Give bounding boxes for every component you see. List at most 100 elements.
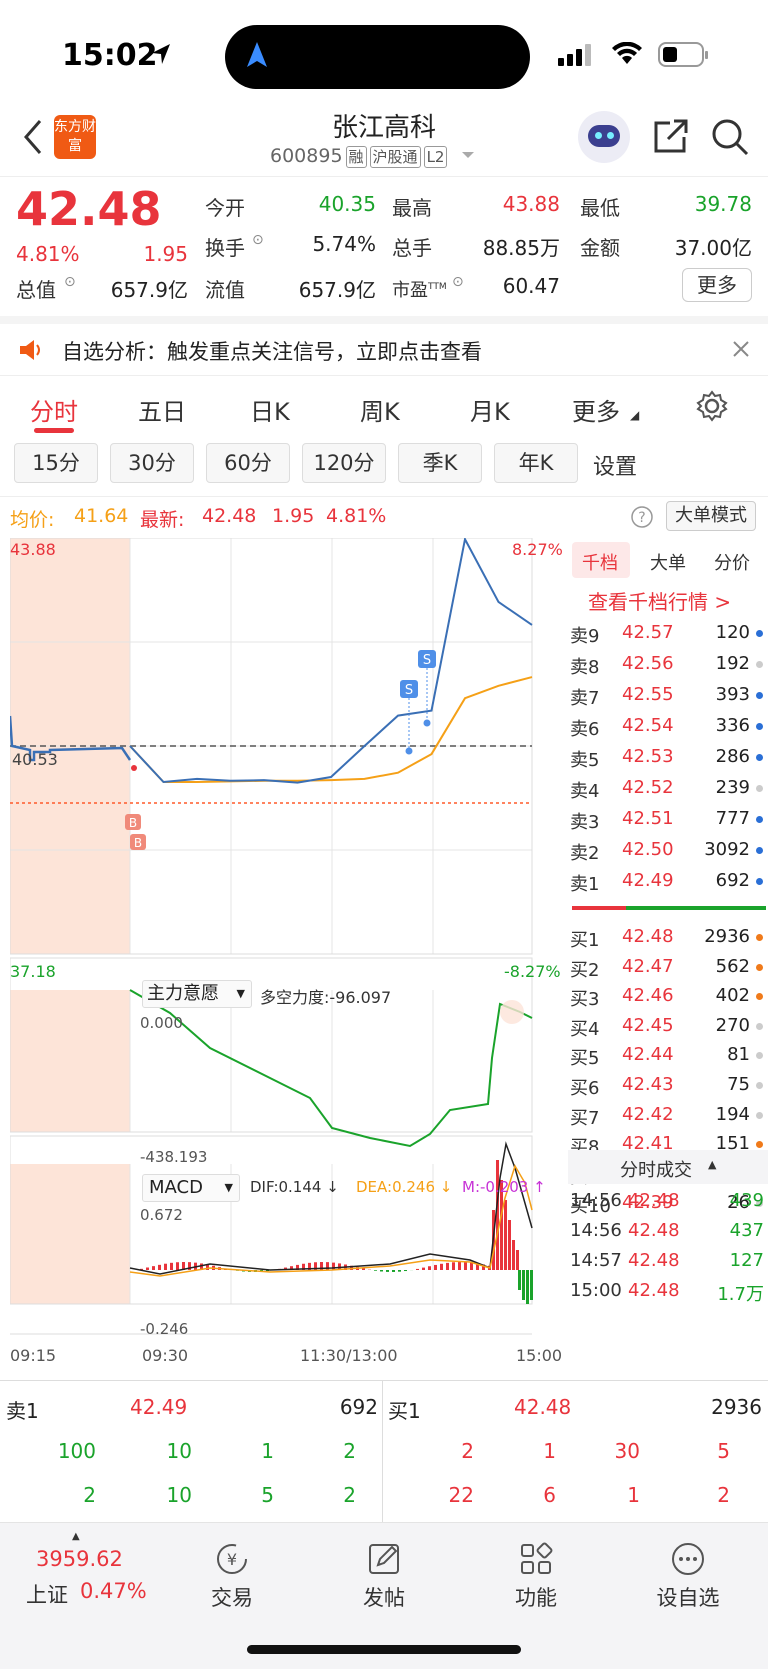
bid-row[interactable]: 买3 42.46 402 — [568, 981, 768, 1012]
tab-intraday[interactable]: 分时 — [30, 392, 78, 427]
order-flag-dot — [756, 1141, 763, 1149]
ask-row[interactable]: 卖8 42.56 192 — [568, 649, 768, 680]
stock-code-row[interactable]: 600895 融沪股通 L2 — [270, 145, 476, 168]
bid-volume: 562 — [715, 955, 750, 977]
bid-row[interactable]: 买6 42.43 75 — [568, 1070, 768, 1101]
trade-row: 15:00 42.48 1.7万 — [568, 1276, 768, 1307]
ask-row[interactable]: 卖7 42.55 393 — [568, 680, 768, 711]
location-arrow-icon — [152, 44, 170, 64]
close-icon[interactable] — [732, 340, 750, 358]
macd-dif: DIF:0.144 ↓ — [250, 1178, 339, 1196]
buy-queue-volume: 22 — [448, 1483, 474, 1507]
help-icon[interactable]: ? — [630, 505, 654, 529]
buy1-price: 42.48 — [514, 1395, 572, 1419]
ask-volume: 120 — [715, 622, 750, 643]
tab-price-distribution[interactable]: 分价 — [714, 549, 750, 575]
bid-row[interactable]: 买1 42.48 2936 — [568, 922, 768, 953]
ask-row[interactable]: 卖5 42.53 286 — [568, 742, 768, 773]
gear-icon[interactable] — [696, 390, 728, 422]
macd-bar — [176, 1262, 179, 1270]
bid-price: 42.42 — [622, 1103, 674, 1125]
interval-30m-button[interactable]: 30分 — [110, 443, 194, 483]
ask-row[interactable]: 卖4 42.52 239 — [568, 773, 768, 804]
interval-120m-button[interactable]: 120分 — [302, 443, 386, 483]
interval-15m-button[interactable]: 15分 — [14, 443, 98, 483]
tab-five-day[interactable]: 五日 — [138, 392, 186, 427]
view-full-depth-link[interactable]: 查看千档行情 > — [588, 586, 731, 615]
trade-price: 42.48 — [628, 1190, 680, 1211]
search-icon[interactable] — [710, 117, 750, 157]
buy-queue-volume: 1 — [627, 1483, 640, 1507]
order-flag-dot — [756, 723, 763, 730]
change-percent: 4.81% — [16, 242, 80, 266]
indicator-selector[interactable]: 主力意愿 ▼ — [142, 980, 252, 1008]
order-flag-dot — [756, 1082, 763, 1089]
latest-label: 最新: — [140, 509, 185, 531]
price-high-label: 43.88 — [10, 540, 56, 559]
dynamic-island — [225, 25, 530, 89]
index-ticker[interactable]: ▲ 3959.62 上证 0.47% — [10, 1527, 150, 1617]
latest-value: 42.48 — [202, 505, 257, 527]
stock-code: 600895 — [270, 145, 343, 167]
settings-link[interactable]: 设置 — [593, 449, 637, 481]
ask-volume: 239 — [715, 777, 750, 798]
sell-point-dot — [405, 747, 413, 755]
bid-level-label: 买7 — [570, 1107, 600, 1129]
macd-bar — [170, 1262, 173, 1270]
yearly-k-button[interactable]: 年K — [494, 443, 578, 483]
quarterly-k-button[interactable]: 季K — [398, 443, 482, 483]
chart-info-line: 均价: 41.64 最新: 42.48 1.95 4.81% ? 大单模式 — [0, 496, 768, 536]
yen-exchange-icon: ¥ — [217, 1544, 247, 1574]
last-price: 42.48 — [16, 182, 162, 236]
tab-weekly-k[interactable]: 周K — [360, 392, 400, 427]
nav-trade[interactable]: ¥ 交易 — [182, 1541, 282, 1612]
info-icon[interactable]: ⊙ — [252, 232, 264, 248]
nav-add-watchlist[interactable]: 设自选 — [638, 1541, 738, 1612]
ask-row[interactable]: 卖9 42.57 120 — [568, 618, 768, 649]
info-icon[interactable]: ⊙ — [64, 274, 76, 290]
ask-row[interactable]: 卖6 42.54 336 — [568, 711, 768, 742]
ask-volume: 192 — [715, 653, 750, 674]
ask-row[interactable]: 卖1 42.49 692 — [568, 866, 768, 897]
order-flag-dot — [756, 754, 763, 761]
more-button[interactable]: 更多 — [682, 268, 752, 302]
bid-row[interactable]: 买7 42.42 194 — [568, 1100, 768, 1131]
collapse-caret-icon: ▲ — [708, 1158, 717, 1171]
trades-header[interactable]: 分时成交 ▲ — [568, 1150, 768, 1184]
notice-bar[interactable]: 自选分析：触发重点关注信号，立即点击查看 — [0, 316, 768, 376]
nav-post[interactable]: 发帖 — [334, 1541, 434, 1612]
sell1-price: 42.49 — [130, 1395, 188, 1419]
share-icon[interactable] — [652, 117, 690, 155]
time-label-midday: 11:30/13:00 — [300, 1346, 398, 1365]
intraday-chart[interactable]: BB SS 43.88 37.18 40.53 8.27% -8.27% 主力意愿… — [10, 538, 568, 1368]
interval-60m-button[interactable]: 60分 — [206, 443, 290, 483]
sell-point-dot — [423, 719, 431, 727]
low-value: 39.78 — [694, 192, 752, 216]
nav-functions[interactable]: 功能 — [486, 1541, 586, 1612]
ask-price: 42.54 — [622, 715, 674, 736]
float-cap-value: 657.9亿 — [298, 278, 376, 302]
buy-sell-ratio-bar-red — [572, 906, 626, 910]
order-flag-dot — [756, 1111, 763, 1119]
ask-price: 42.57 — [622, 622, 674, 643]
tab-monthly-k[interactable]: 月K — [470, 392, 510, 427]
tab-big-orders[interactable]: 大单 — [650, 549, 686, 575]
macd-selector[interactable]: MACD ▼ — [142, 1174, 240, 1202]
index-value: 3959.62 — [36, 1547, 123, 1571]
tab-daily-k[interactable]: 日K — [250, 392, 290, 427]
ask-row[interactable]: 卖2 42.50 3092 — [568, 835, 768, 866]
ask-row[interactable]: 卖3 42.51 777 — [568, 804, 768, 835]
assistant-robot-icon[interactable] — [578, 111, 630, 163]
pct-high-label: 8.27% — [512, 540, 563, 559]
tab-more[interactable]: 更多 — [572, 392, 620, 427]
bid-row[interactable]: 买5 42.44 81 — [568, 1040, 768, 1071]
big-order-mode-button[interactable]: 大单模式 — [666, 501, 756, 531]
bid-level-label: 买6 — [570, 1078, 600, 1099]
bid-row[interactable]: 买2 42.47 562 — [568, 952, 768, 983]
svg-text:¥: ¥ — [227, 1550, 237, 1569]
info-icon[interactable]: ⊙ — [452, 274, 464, 290]
tab-thousand-level[interactable]: 千档 — [582, 549, 618, 575]
macd-bar — [508, 1220, 511, 1270]
bid-row[interactable]: 买4 42.45 270 — [568, 1011, 768, 1042]
bid-volume: 194 — [715, 1103, 750, 1125]
